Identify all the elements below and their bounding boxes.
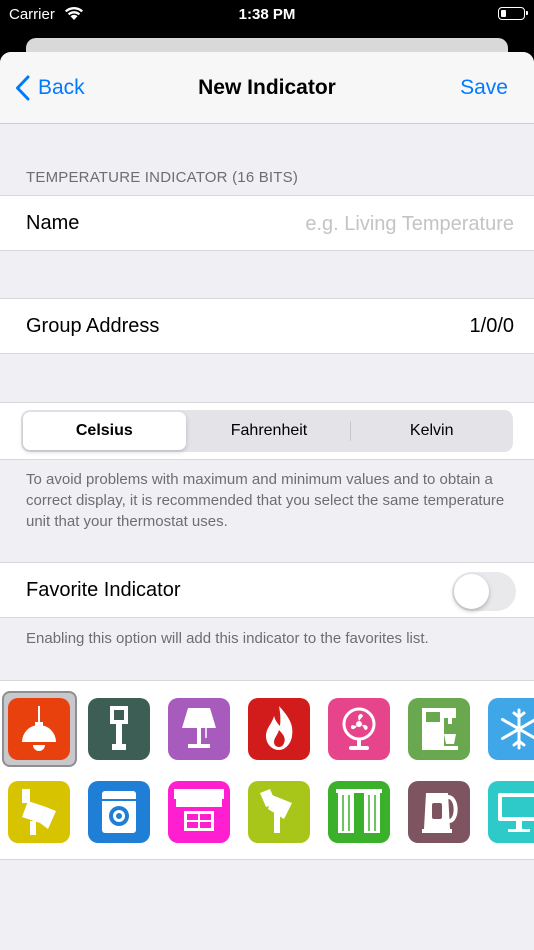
unit-segmented-control: Celsius Fahrenheit Kelvin <box>21 410 513 452</box>
segment-fahrenheit[interactable]: Fahrenheit <box>188 410 351 452</box>
page-title: New Indicator <box>198 76 336 99</box>
ceiling-lamp-icon <box>8 698 70 760</box>
icon-tile-spotlight-tilted[interactable] <box>248 781 310 843</box>
washing-machine-icon <box>88 781 150 843</box>
icon-tile-awning-window[interactable] <box>168 781 230 843</box>
street-lamp-icon <box>88 698 150 760</box>
name-input[interactable] <box>214 210 514 238</box>
spotlight-icon <box>8 781 70 843</box>
section-header: TEMPERATURE INDICATOR (16 BITS) <box>26 169 299 186</box>
unit-footnote: To avoid problems with maximum and minim… <box>26 471 505 530</box>
kettle-icon <box>408 781 470 843</box>
battery-icon <box>498 7 528 20</box>
curtains-icon <box>328 781 390 843</box>
icon-tile-coffee-machine[interactable] <box>408 698 470 760</box>
icon-tile-table-lamp[interactable] <box>168 698 230 760</box>
icon-tile-curtains[interactable] <box>328 781 390 843</box>
save-button[interactable]: Save <box>460 76 508 100</box>
favorite-cell: Favorite Indicator <box>0 562 534 618</box>
group-address-value: 1/0/0 <box>469 315 514 337</box>
icon-tile-washing-machine[interactable] <box>88 781 150 843</box>
icon-tile-street-lamp[interactable] <box>88 698 150 760</box>
monitor-icon <box>488 781 534 843</box>
name-cell: Name <box>0 195 534 251</box>
navigation-bar: Back New Indicator Save <box>0 52 534 124</box>
fire-icon <box>248 698 310 760</box>
unit-selector-cell: Celsius Fahrenheit Kelvin <box>0 402 534 460</box>
awning-window-icon <box>168 781 230 843</box>
coffee-machine-icon <box>408 698 470 760</box>
group-address-cell[interactable]: Group Address 1/0/0 <box>0 298 534 354</box>
icon-tile-snowflake[interactable] <box>488 698 534 760</box>
favorite-footnote: Enabling this option will add this indic… <box>26 630 429 647</box>
icon-tile-fire[interactable] <box>248 698 310 760</box>
table-lamp-icon <box>168 698 230 760</box>
favorite-toggle[interactable] <box>452 572 516 611</box>
clock: 1:38 PM <box>238 6 296 23</box>
icon-tile-fan[interactable] <box>328 698 390 760</box>
favorite-label: Favorite Indicator <box>26 579 181 601</box>
segment-kelvin[interactable]: Kelvin <box>350 410 513 452</box>
status-bar: Carrier 1:38 PM <box>0 0 534 30</box>
icon-tile-ceiling-lamp[interactable] <box>8 698 70 760</box>
group-address-label: Group Address <box>26 315 160 337</box>
icon-tile-spotlight[interactable] <box>8 781 70 843</box>
icon-picker <box>0 680 534 860</box>
name-label: Name <box>26 212 80 234</box>
snowflake-icon <box>488 698 534 760</box>
segment-celsius[interactable]: Celsius <box>23 412 186 450</box>
toggle-knob <box>454 574 489 609</box>
modal-sheet: Back New Indicator Save TEMPERATURE INDI… <box>0 52 534 950</box>
icon-tile-monitor[interactable] <box>488 781 534 843</box>
spotlight-tilted-icon <box>248 781 310 843</box>
fan-icon <box>328 698 390 760</box>
icon-tile-kettle[interactable] <box>408 781 470 843</box>
